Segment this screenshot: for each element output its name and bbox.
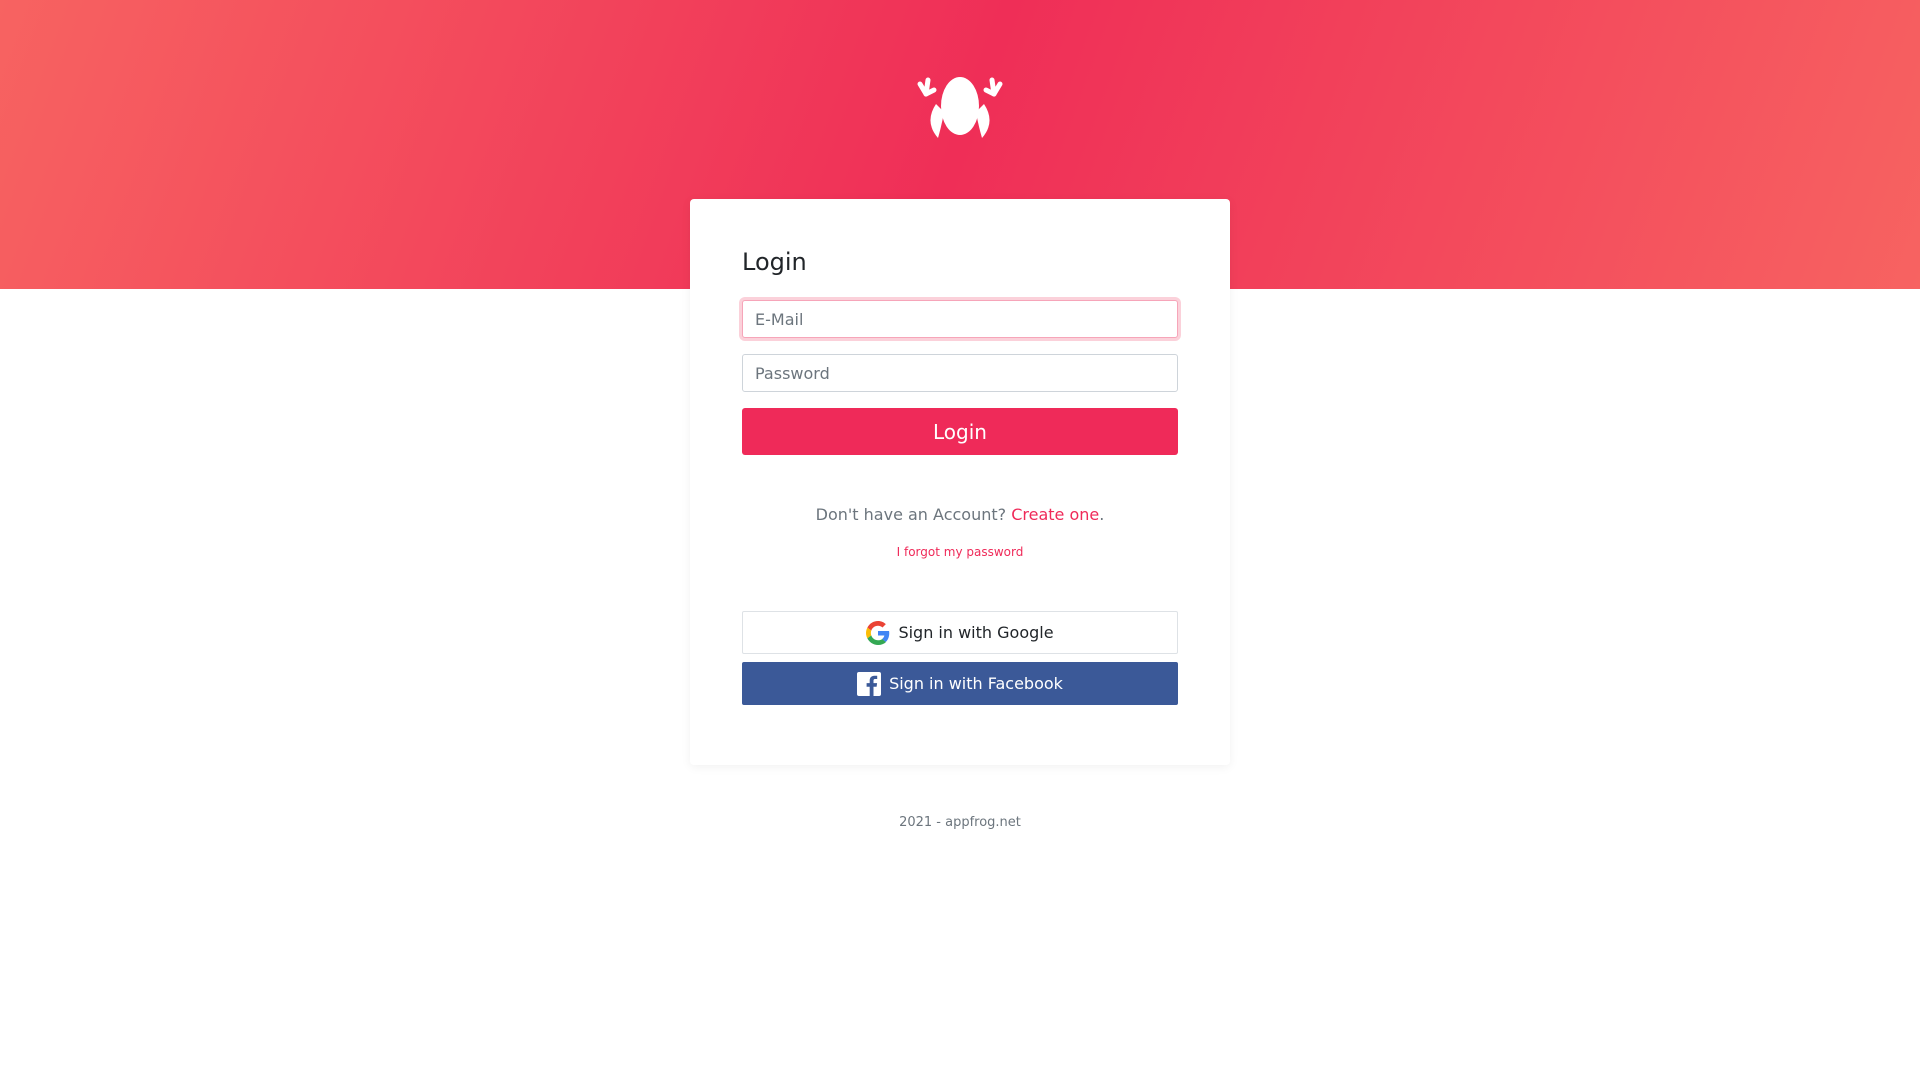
google-signin-label: Sign in with Google <box>898 623 1054 642</box>
password-input[interactable] <box>742 354 1178 392</box>
email-input[interactable] <box>742 300 1178 338</box>
frog-logo-icon <box>917 77 1003 138</box>
google-signin-button[interactable]: Sign in with Google <box>742 611 1178 654</box>
facebook-signin-button[interactable]: Sign in with Facebook <box>742 662 1178 705</box>
login-button[interactable]: Login <box>742 408 1178 455</box>
google-icon <box>866 620 890 645</box>
login-title: Login <box>742 248 807 276</box>
forgot-password-link[interactable]: I forgot my password <box>897 545 1024 559</box>
signup-suffix: . <box>1099 505 1105 524</box>
facebook-icon <box>857 671 882 696</box>
create-account-link[interactable]: Create one <box>1011 505 1099 524</box>
facebook-signin-label: Sign in with Facebook <box>889 674 1063 693</box>
signup-prompt-text: Don't have an Account? <box>815 505 1007 524</box>
signup-prompt: Don't have an Account? Create one. <box>690 505 1230 524</box>
login-card: Login Login Don't have an Account? Creat… <box>690 199 1230 765</box>
forgot-password: I forgot my password <box>690 545 1230 559</box>
footer-copyright: 2021 - appfrog.net <box>899 815 1021 830</box>
